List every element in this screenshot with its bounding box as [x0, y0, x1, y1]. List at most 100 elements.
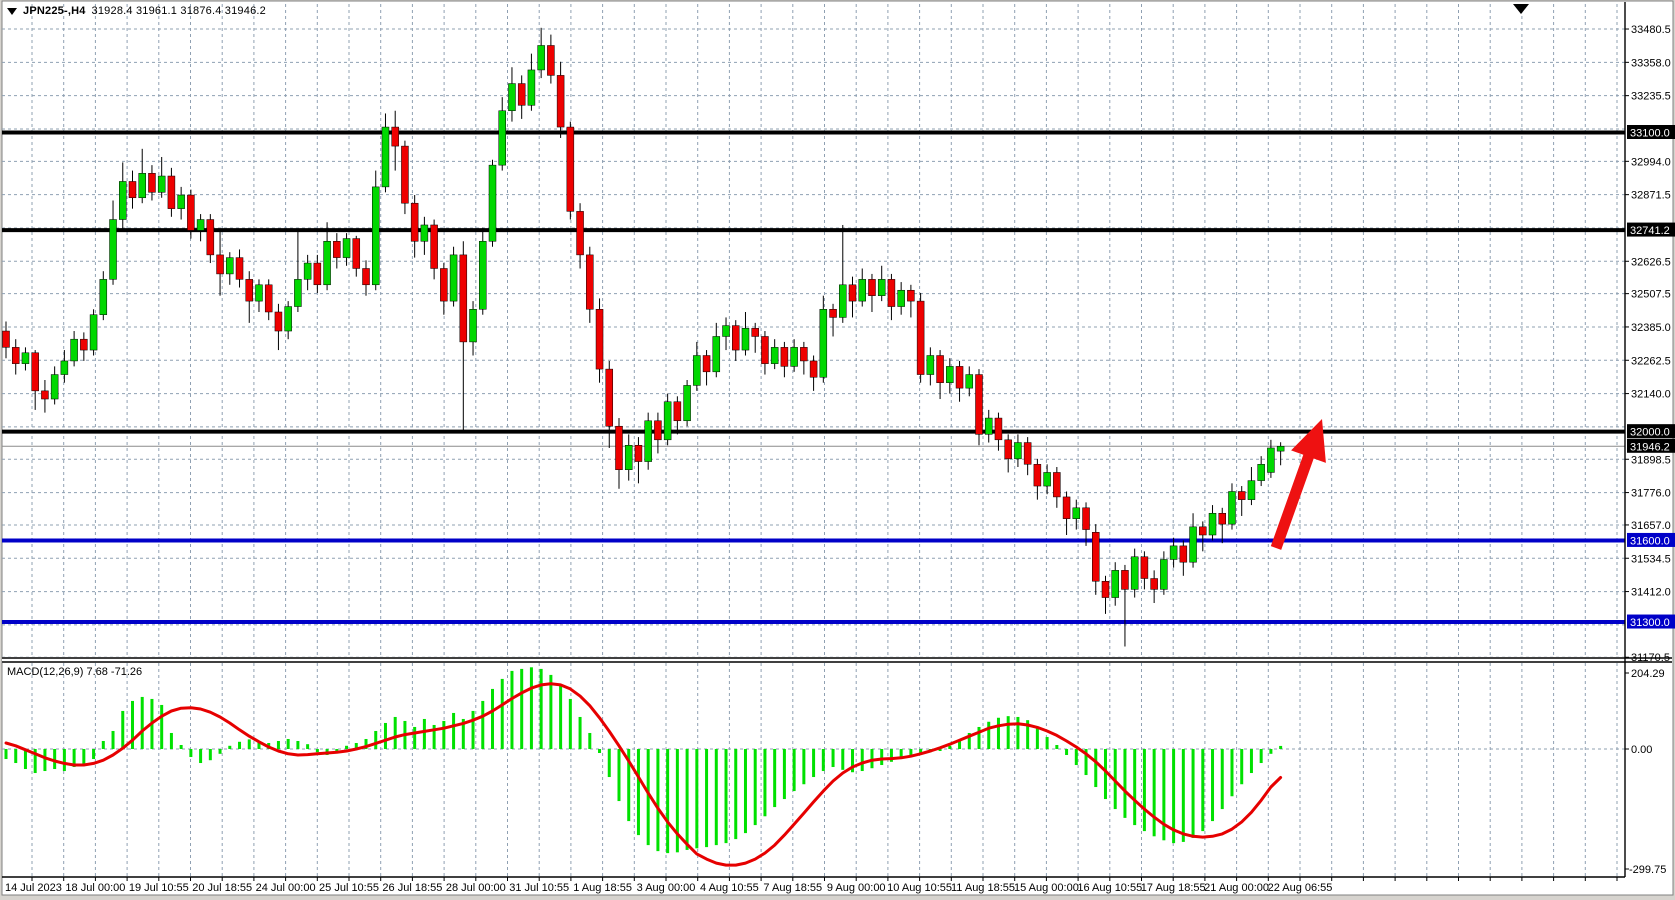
candle-body	[713, 336, 720, 371]
macd-min-label: -299.75	[1629, 864, 1666, 876]
candle-body	[372, 187, 379, 285]
candle-body	[1277, 446, 1284, 451]
ohlc-quote-readout: 31928.4 31961.1 31876.4 31946.2	[92, 5, 266, 17]
candle-body	[178, 195, 185, 209]
macd-histogram-bar	[559, 685, 562, 749]
time-tick-label: 9 Aug 00:00	[827, 882, 886, 894]
candle-body	[898, 290, 905, 306]
price-tick-label: 31170.5	[1631, 652, 1670, 664]
price-tag-label: 33100.0	[1630, 128, 1670, 140]
time-tick-label: 11 Aug 18:55	[951, 882, 1015, 894]
price-tick-label: 33235.5	[1631, 91, 1671, 103]
candle-body	[946, 366, 953, 382]
macd-histogram-bar	[1260, 749, 1263, 763]
candle-body	[1190, 527, 1197, 562]
candle-body	[888, 279, 895, 306]
candle-body	[956, 366, 963, 388]
price-tick-label: 33480.5	[1631, 24, 1671, 36]
candle-body	[781, 347, 788, 366]
price-tick-label: 31657.0	[1631, 520, 1671, 532]
macd-histogram-bar	[1133, 749, 1136, 825]
candle-body	[382, 127, 389, 187]
time-tick-label: 31 Jul 10:55	[509, 882, 569, 894]
candle-body	[139, 173, 146, 197]
time-tick-label: 24 Jul 00:00	[256, 882, 316, 894]
candle-body	[761, 336, 768, 363]
macd-histogram-bar	[695, 749, 698, 848]
macd-histogram-bar	[219, 749, 222, 754]
candle-body	[1258, 464, 1265, 480]
macd-histogram-bar	[296, 741, 299, 749]
macd-histogram-bar	[705, 749, 708, 847]
macd-histogram-bar	[666, 749, 669, 853]
candle-body	[1034, 464, 1041, 486]
macd-histogram-bar	[540, 669, 543, 749]
candle-body	[654, 421, 661, 440]
macd-histogram-bar	[160, 705, 163, 749]
candle-body	[499, 111, 506, 165]
candle-body	[1005, 440, 1012, 459]
candle-body	[148, 173, 155, 192]
macd-histogram-bar	[374, 731, 377, 749]
macd-histogram-bar	[997, 718, 1000, 749]
chart-canvas[interactable]: 33480.533358.033235.532994.032871.532626…	[0, 0, 1675, 900]
candle-body	[684, 385, 691, 420]
time-tick-label: 26 Jul 18:55	[382, 882, 442, 894]
macd-histogram-bar	[1250, 749, 1253, 773]
price-tick-label: 32140.0	[1631, 389, 1671, 401]
candle-body	[907, 290, 914, 301]
macd-histogram-bar	[608, 749, 611, 777]
time-tick-label: 20 Jul 18:55	[192, 882, 252, 894]
candle-body	[674, 402, 681, 421]
macd-histogram-bar	[1192, 749, 1195, 838]
candle-body	[363, 268, 370, 284]
candle-body	[732, 326, 739, 350]
macd-histogram-bar	[141, 697, 144, 749]
macd-histogram-bar	[530, 667, 533, 749]
macd-histogram-bar	[1182, 749, 1185, 842]
macd-histogram-bar	[501, 679, 504, 749]
candle-body	[859, 279, 866, 301]
price-tick-label: 31898.5	[1631, 454, 1671, 466]
candle-body	[586, 255, 593, 309]
macd-histogram-bar	[180, 745, 183, 749]
macd-histogram-bar	[1211, 749, 1214, 821]
candle-body	[1073, 508, 1080, 519]
candle-body	[51, 375, 58, 399]
time-tick-label: 16 Aug 10:55	[1077, 882, 1142, 894]
price-tick-label: 33358.0	[1631, 57, 1671, 69]
price-tick-label: 31776.0	[1631, 488, 1671, 500]
candle-body	[411, 203, 418, 241]
macd-histogram-bar	[1201, 749, 1204, 831]
macd-histogram-bar	[637, 749, 640, 835]
macd-histogram-bar	[822, 749, 825, 771]
macd-histogram-bar	[316, 749, 319, 752]
macd-histogram-bar	[92, 749, 95, 759]
time-tick-label: 10 Aug 10:55	[887, 882, 952, 894]
macd-histogram-bar	[1094, 749, 1097, 787]
candle-body	[1170, 546, 1177, 560]
time-tick-label: 21 Aug 00:00	[1204, 882, 1269, 894]
candle-body	[1180, 546, 1187, 562]
macd-histogram-bar	[423, 719, 426, 749]
macd-histogram-bar	[1221, 749, 1224, 809]
candle-body	[158, 176, 165, 192]
candle-body	[723, 326, 730, 337]
candle-body	[1267, 448, 1274, 472]
macd-histogram-bar	[656, 749, 659, 851]
macd-histogram-bar	[754, 749, 757, 825]
price-tag-label: 32000.0	[1630, 427, 1670, 439]
candle-body	[100, 279, 107, 314]
macd-histogram-bar	[783, 749, 786, 799]
chart-shift-icon[interactable]	[1513, 4, 1529, 14]
macd-histogram-bar	[199, 749, 202, 763]
candle-body	[61, 361, 68, 375]
macd-histogram-bar	[209, 749, 212, 760]
time-tick-label: 28 Jul 00:00	[446, 882, 506, 894]
macd-histogram-bar	[686, 749, 689, 850]
candle-body	[917, 301, 924, 374]
macd-histogram-bar	[24, 749, 27, 769]
chevron-down-icon[interactable]	[7, 8, 17, 15]
candle-body	[3, 331, 10, 347]
candle-body	[129, 181, 136, 197]
